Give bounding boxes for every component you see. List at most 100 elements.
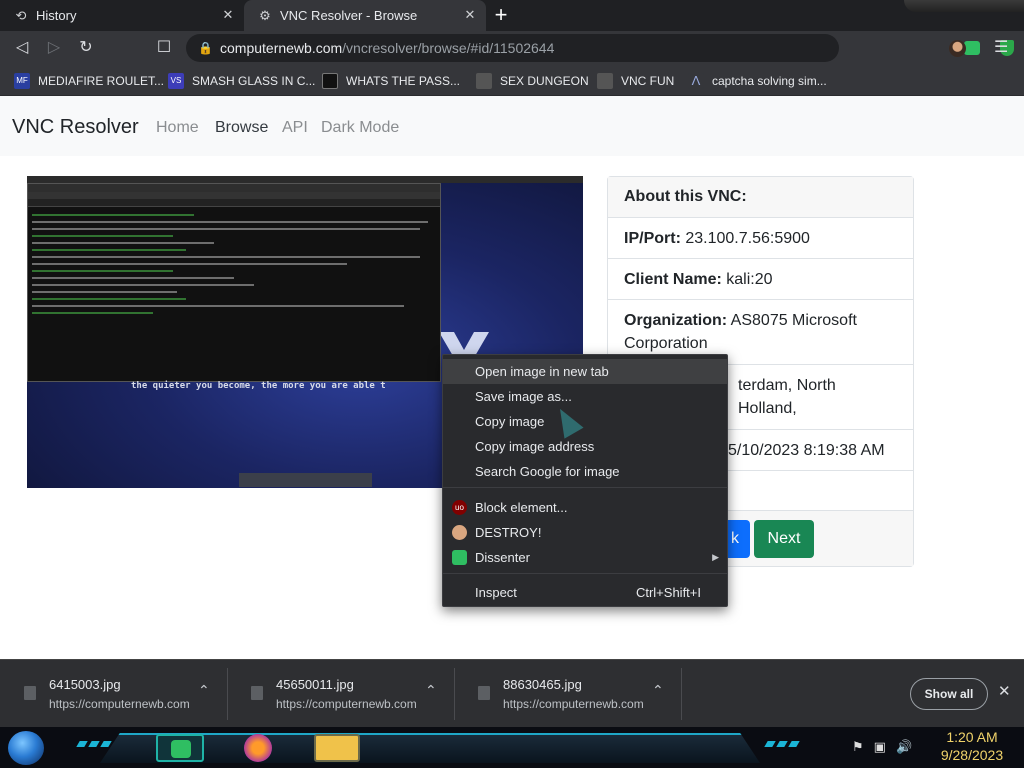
menu-inspect[interactable]: Inspect Ctrl+Shift+I <box>443 580 727 605</box>
ip-value: 23.100.7.56:5900 <box>685 230 810 247</box>
bookmark-item[interactable]: VS SMASH GLASS IN C... <box>168 72 315 90</box>
next-button[interactable]: Next <box>754 520 814 558</box>
menu-save-image-as[interactable]: Save image as... <box>443 384 727 409</box>
url-host: computernewb.com <box>220 40 343 56</box>
menu-open-image-new-tab[interactable]: Open image in new tab <box>443 359 727 384</box>
bookmark-item[interactable]: SEX DUNGEON <box>476 72 589 90</box>
flag-icon[interactable]: ⚑ <box>852 739 864 755</box>
client-name-row: Client Name: kali:20 <box>608 259 913 300</box>
download-source: https://computernewb.com <box>49 697 190 711</box>
new-tab-button[interactable]: + <box>489 4 513 28</box>
terminal-titlebar <box>28 184 440 192</box>
org-label: Organization: <box>624 312 728 329</box>
firefox-icon[interactable] <box>244 734 272 762</box>
menu-label: Dissenter <box>475 550 530 565</box>
taskbar: ⚑ ▣ 🔊 1:20 AM 9/28/2023 <box>0 727 1024 768</box>
show-all-button[interactable]: Show all <box>910 678 988 710</box>
gear-favicon-icon <box>476 73 492 89</box>
tab-label: History <box>36 8 77 23</box>
file-icon <box>24 686 36 700</box>
close-downloads-icon[interactable]: ✕ <box>998 682 1011 700</box>
nav-api[interactable]: API <box>282 119 308 137</box>
shortcut-label: Ctrl+Shift+I <box>635 585 701 600</box>
clock-date: 9/28/2023 <box>940 747 1004 763</box>
menu-search-google-image[interactable]: Search Google for image <box>443 459 727 484</box>
url-path: /vncresolver/browse/#id/11502644 <box>342 40 555 56</box>
ip-port-row: IP/Port: 23.100.7.56:5900 <box>608 218 913 259</box>
vnc-favicon-icon: ⚙ <box>259 7 271 23</box>
bookmark-label: VNC FUN <box>621 74 675 88</box>
bookmark-favicon-icon <box>322 73 338 89</box>
file-explorer-icon[interactable] <box>314 734 360 762</box>
clock-time: 1:20 AM <box>946 729 998 745</box>
nav-browse[interactable]: Browse <box>215 119 268 137</box>
menu-label: DESTROY! <box>475 525 542 540</box>
bookmark-item[interactable]: WHATS THE PASS... <box>322 72 460 90</box>
bookmark-label: WHATS THE PASS... <box>346 74 461 88</box>
downloads-bar: 6415003.jpg https://computernewb.com ⌃ 4… <box>0 659 1024 727</box>
download-source: https://computernewb.com <box>276 697 417 711</box>
nav-home[interactable]: Home <box>156 119 199 137</box>
file-icon <box>478 686 490 700</box>
menu-destroy[interactable]: DESTROY! <box>443 520 727 545</box>
browser-menu-icon[interactable]: ☰ <box>994 36 1008 60</box>
mediafire-icon: MF <box>14 73 30 89</box>
bookmark-icon[interactable]: ☐ <box>152 36 176 60</box>
ip-label: IP/Port: <box>624 230 681 247</box>
download-filename: 45650011.jpg <box>276 677 354 692</box>
terminal-tabs <box>28 199 440 207</box>
screen: ⟲ History ✕ ⚙ VNC Resolver - Browse ✕ + … <box>0 0 1024 768</box>
nav-dark-mode[interactable]: Dark Mode <box>321 119 399 137</box>
bookmark-label: MEDIAFIRE ROULET... <box>38 74 165 88</box>
chevron-up-icon[interactable]: ⌃ <box>425 682 437 699</box>
profile-avatar[interactable] <box>949 40 966 57</box>
window-decoration <box>904 0 1024 12</box>
dissenter-extension-icon[interactable] <box>964 41 980 55</box>
bookmark-item[interactable]: VNC FUN <box>597 72 674 90</box>
date-value: 5/10/2023 8:19:38 AM <box>728 442 885 459</box>
back-button-label: k <box>731 530 739 547</box>
download-item[interactable]: 45650011.jpg https://computernewb.com ⌃ <box>227 660 455 728</box>
download-item[interactable]: 6415003.jpg https://computernewb.com ⌃ <box>0 660 228 728</box>
gear-favicon-icon <box>597 73 613 89</box>
menu-copy-image-address[interactable]: Copy image address <box>443 434 727 459</box>
site-brand[interactable]: VNC Resolver <box>12 116 139 139</box>
tab-label: VNC Resolver - Browse <box>280 8 418 23</box>
bookmark-label: SMASH GLASS IN C... <box>192 74 316 88</box>
taskbar-clock[interactable]: 1:20 AM 9/28/2023 <box>930 728 1014 764</box>
close-tab-icon[interactable]: ✕ <box>462 7 478 23</box>
menu-copy-image[interactable]: Copy image <box>443 409 727 434</box>
chevron-up-icon[interactable]: ⌃ <box>652 682 664 699</box>
dissenter-taskbar-app[interactable] <box>156 734 204 762</box>
terminal-window <box>27 183 441 382</box>
bookmarks-bar: MF MEDIAFIRE ROULET... VS SMASH GLASS IN… <box>0 65 1024 96</box>
url-text: computernewb.com/vncresolver/browse/#id/… <box>220 40 554 56</box>
chevron-up-icon[interactable]: ⌃ <box>198 682 210 699</box>
download-item[interactable]: 88630465.jpg https://computernewb.com ⌃ <box>454 660 682 728</box>
close-tab-icon[interactable]: ✕ <box>220 7 236 23</box>
dissenter-icon <box>452 550 467 565</box>
menu-dissenter[interactable]: Dissenter ▶ <box>443 545 727 570</box>
forward-icon[interactable]: ▷ <box>42 36 66 60</box>
download-filename: 88630465.jpg <box>503 677 582 692</box>
terminal-output <box>28 207 440 321</box>
menu-block-element[interactable]: uo Block element... <box>443 495 727 520</box>
menu-separator <box>443 573 727 574</box>
location-value: terdam, North Holland, <box>738 377 836 417</box>
bookmark-label: captcha solving sim... <box>712 74 827 88</box>
tab-strip: ⟲ History ✕ ⚙ VNC Resolver - Browse ✕ + <box>0 0 1024 31</box>
kali-top-panel <box>27 176 583 183</box>
volume-icon[interactable]: 🔊 <box>896 739 912 755</box>
submenu-arrow-icon: ▶ <box>712 552 719 562</box>
reload-icon[interactable]: ↻ <box>74 36 98 60</box>
start-button[interactable] <box>8 731 44 765</box>
bookmark-item[interactable]: Λ captcha solving sim... <box>688 72 827 90</box>
tab-vnc-resolver[interactable]: ⚙ VNC Resolver - Browse ✕ <box>244 0 486 31</box>
download-filename: 6415003.jpg <box>49 677 121 692</box>
network-icon[interactable]: ▣ <box>874 739 886 755</box>
tab-history[interactable]: ⟲ History ✕ <box>0 0 244 31</box>
terminal-menubar <box>28 192 440 199</box>
bookmark-item[interactable]: MF MEDIAFIRE ROULET... <box>14 72 164 90</box>
back-icon[interactable]: ◁ <box>10 36 34 60</box>
address-bar[interactable]: 🔒 computernewb.com/vncresolver/browse/#i… <box>186 34 1014 62</box>
